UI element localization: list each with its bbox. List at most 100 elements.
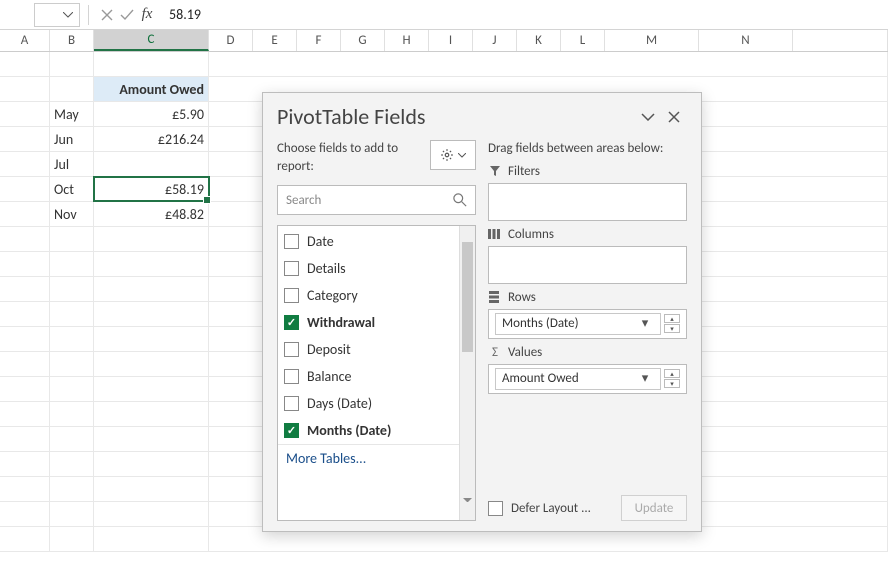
field-label: Withdrawal: [307, 314, 375, 331]
layout-options-button[interactable]: [430, 140, 476, 170]
field-date[interactable]: Date: [278, 228, 459, 255]
col-header-J[interactable]: J: [473, 30, 517, 51]
checkbox-icon[interactable]: [284, 288, 299, 303]
field-list: Date Details Category ✓ Withdrawal Deposi…: [277, 225, 476, 521]
selected-cell[interactable]: £58.19: [94, 177, 209, 201]
field-label: Balance: [307, 368, 351, 385]
col-header-I[interactable]: I: [429, 30, 473, 51]
col-header-A[interactable]: A: [0, 30, 50, 51]
divider: [88, 5, 89, 25]
field-withdrawal[interactable]: ✓ Withdrawal: [278, 309, 459, 336]
chip-label: Amount Owed: [502, 371, 636, 386]
scrollbar[interactable]: [459, 226, 475, 520]
chevron-down-icon: [63, 12, 73, 18]
chevron-down-icon: [458, 153, 466, 158]
checkbox-icon[interactable]: [284, 342, 299, 357]
col-header-D[interactable]: D: [209, 30, 253, 51]
row-label[interactable]: Nov: [50, 202, 94, 226]
row-label[interactable]: Jul: [50, 152, 94, 176]
drag-fields-label: Drag fields between areas below:: [488, 140, 687, 158]
rows-area-label: Rows: [488, 290, 687, 305]
row-label[interactable]: Jun: [50, 127, 94, 151]
areas-column: Drag fields between areas below: Filters…: [488, 140, 687, 521]
panel-title: PivotTable Fields: [277, 103, 635, 130]
field-label: Deposit: [307, 341, 351, 358]
filters-drop-area[interactable]: [488, 183, 687, 221]
pivottable-fields-panel: PivotTable Fields Choose fields to add t…: [262, 92, 702, 532]
col-header-rest: [793, 30, 888, 51]
field-label: Months (Date): [307, 422, 391, 439]
col-header-K[interactable]: K: [517, 30, 561, 51]
chevron-down-icon[interactable]: ▾: [636, 371, 654, 386]
field-details[interactable]: Details: [278, 255, 459, 282]
checkbox-icon[interactable]: [284, 396, 299, 411]
col-header-E[interactable]: E: [253, 30, 297, 51]
chevron-down-icon[interactable]: ▾: [636, 316, 654, 331]
checkbox-checked-icon[interactable]: ✓: [284, 423, 299, 438]
column-headers: A B C D E F G H I J K L M N: [0, 30, 888, 52]
columns-drop-area[interactable]: [488, 246, 687, 284]
checkbox-icon[interactable]: [284, 261, 299, 276]
close-button[interactable]: [661, 104, 687, 130]
defer-label: Defer Layout ...: [511, 501, 613, 516]
values-drop-area[interactable]: Amount Owed ▾ ▴▾: [488, 364, 687, 394]
formula-bar: fx 58.19: [0, 0, 888, 30]
reorder-stepper[interactable]: ▴▾: [664, 314, 680, 333]
field-months-date[interactable]: ✓ Months (Date): [278, 417, 459, 444]
field-label: Days (Date): [307, 395, 372, 412]
name-box-dropdown[interactable]: [34, 3, 80, 27]
row-label[interactable]: May: [50, 102, 94, 126]
field-label: Category: [307, 287, 358, 304]
values-area-label: Σ Values: [488, 345, 687, 360]
field-days-date[interactable]: Days (Date): [278, 390, 459, 417]
search-input[interactable]: Search: [277, 185, 476, 215]
field-category[interactable]: Category: [278, 282, 459, 309]
col-header-M[interactable]: M: [605, 30, 699, 51]
fields-column: Choose fields to add to report: Search D…: [277, 140, 476, 521]
col-header-B[interactable]: B: [50, 30, 94, 51]
field-deposit[interactable]: Deposit: [278, 336, 459, 363]
row-value[interactable]: £48.82: [94, 202, 209, 226]
rows-drop-area[interactable]: Months (Date) ▾ ▴▾: [488, 309, 687, 339]
field-label: Date: [307, 233, 334, 250]
filter-icon: [488, 165, 502, 177]
check-icon: [120, 9, 134, 21]
cancel-formula-button[interactable]: [97, 5, 117, 25]
search-placeholder: Search: [286, 193, 453, 208]
checkbox-icon[interactable]: [284, 369, 299, 384]
checkbox-checked-icon[interactable]: ✓: [284, 315, 299, 330]
col-header-C[interactable]: C: [94, 30, 209, 51]
sigma-icon: Σ: [488, 345, 502, 360]
row-value[interactable]: £216.24: [94, 127, 209, 151]
collapse-button[interactable]: [635, 104, 661, 130]
x-icon: [101, 9, 113, 21]
checkbox-icon[interactable]: [284, 234, 299, 249]
columns-icon: [488, 228, 502, 240]
formula-input[interactable]: 58.19: [157, 6, 888, 23]
col-header-L[interactable]: L: [561, 30, 605, 51]
row-value[interactable]: [94, 152, 209, 176]
col-header-H[interactable]: H: [385, 30, 429, 51]
more-tables-link[interactable]: More Tables...: [278, 444, 459, 471]
pivot-header[interactable]: Amount Owed: [94, 77, 209, 101]
insert-function-button[interactable]: fx: [137, 5, 157, 25]
field-balance[interactable]: Balance: [278, 363, 459, 390]
field-label: Details: [307, 260, 346, 277]
columns-area-label: Columns: [488, 227, 687, 242]
close-icon: [668, 111, 680, 123]
col-header-N[interactable]: N: [699, 30, 793, 51]
chip-label: Months (Date): [502, 316, 636, 331]
scrollbar-thumb[interactable]: [462, 242, 473, 352]
rows-icon: [488, 291, 502, 303]
col-header-F[interactable]: F: [297, 30, 341, 51]
accept-formula-button[interactable]: [117, 5, 137, 25]
row-value[interactable]: £5.90: [94, 102, 209, 126]
reorder-stepper[interactable]: ▴▾: [664, 369, 680, 388]
col-header-G[interactable]: G: [341, 30, 385, 51]
choose-fields-label: Choose fields to add to report:: [277, 140, 420, 175]
row-label[interactable]: Oct: [50, 177, 94, 201]
rows-field-chip[interactable]: Months (Date) ▾: [495, 313, 661, 335]
defer-checkbox[interactable]: [488, 501, 503, 516]
values-field-chip[interactable]: Amount Owed ▾: [495, 368, 661, 390]
chevron-down-icon: [641, 113, 655, 121]
